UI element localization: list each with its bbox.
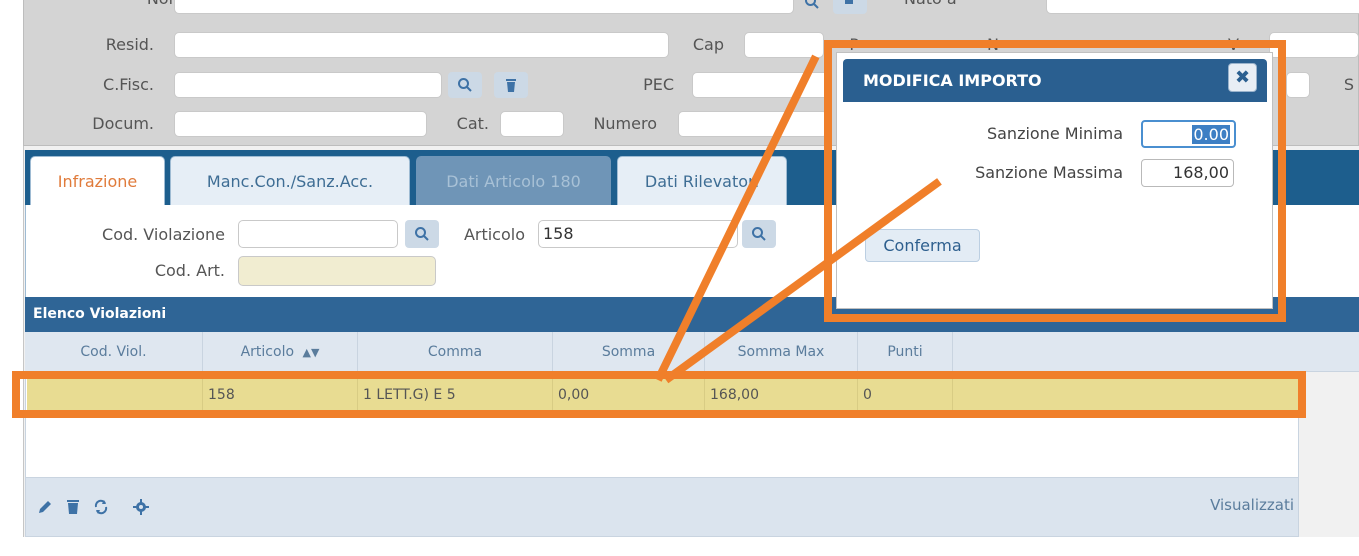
tab-infrazione[interactable]: Infrazione xyxy=(30,156,165,206)
tab-dati-articolo-180: Dati Articolo 180 xyxy=(416,156,611,206)
cat-input[interactable] xyxy=(500,111,564,137)
highlight-dialog-box xyxy=(824,40,1286,322)
label-pec: PEC xyxy=(643,75,674,94)
nome-copy-button[interactable] xyxy=(833,0,867,14)
label-cod-art: Cod. Art. xyxy=(154,261,225,280)
gear-icon[interactable] xyxy=(132,498,150,516)
pec-extra-input[interactable] xyxy=(1286,72,1310,98)
col-header-articolo[interactable]: Articolo ▲▼ xyxy=(203,332,358,372)
cod-violazione-search-button[interactable] xyxy=(405,220,439,248)
col-header-punti[interactable]: Punti xyxy=(858,332,953,372)
numero-input[interactable] xyxy=(678,111,828,137)
pencil-icon[interactable] xyxy=(36,498,54,516)
cfisc-search-button[interactable] xyxy=(448,72,482,98)
label-docum: Docum. xyxy=(92,114,154,133)
nome-search-button[interactable] xyxy=(795,0,829,14)
cfisc-delete-button[interactable] xyxy=(494,72,528,98)
cod-violazione-input[interactable] xyxy=(238,220,398,248)
col-header-articolo-label: Articolo xyxy=(240,344,295,360)
cod-art-input xyxy=(238,256,436,286)
search-icon xyxy=(805,0,819,9)
sort-icon[interactable]: ▲▼ xyxy=(302,346,319,359)
col-header-cod-viol[interactable]: Cod. Viol. xyxy=(25,332,203,372)
grid-footer: Visualizzati xyxy=(25,477,1299,537)
cfisc-input[interactable] xyxy=(174,72,442,98)
col-header-comma[interactable]: Comma xyxy=(358,332,553,372)
articolo-input[interactable]: 158 xyxy=(538,220,738,248)
nato-a-input[interactable] xyxy=(1046,0,1359,14)
docum-input[interactable] xyxy=(174,111,427,137)
search-icon xyxy=(458,78,472,92)
trash-icon xyxy=(506,79,516,92)
label-cat: Cat. xyxy=(456,114,489,133)
search-icon xyxy=(752,227,766,241)
label-cod-violazione: Cod. Violazione xyxy=(102,225,225,244)
pec-input[interactable] xyxy=(692,72,832,98)
resid-input[interactable] xyxy=(174,32,669,58)
articolo-search-button[interactable] xyxy=(742,220,776,248)
nome-input[interactable] xyxy=(174,0,794,14)
label-cfisc: C.Fisc. xyxy=(103,75,154,94)
footer-status: Visualizzati xyxy=(1210,496,1294,514)
tab-manc-con[interactable]: Manc.Con./Sanz.Acc. xyxy=(170,156,410,206)
label-nato-a: Nato a xyxy=(904,0,984,12)
label-articolo: Articolo xyxy=(463,225,525,244)
bottom-strip xyxy=(23,537,1359,556)
search-icon xyxy=(415,227,429,241)
label-cap: Cap xyxy=(692,35,724,54)
label-s: S xyxy=(1343,75,1354,94)
trash-icon[interactable] xyxy=(64,498,82,516)
label-resid: Resid. xyxy=(105,35,154,54)
label-numero: Numero xyxy=(593,114,657,133)
refresh-icon[interactable] xyxy=(92,498,110,516)
copy-icon xyxy=(845,0,853,4)
